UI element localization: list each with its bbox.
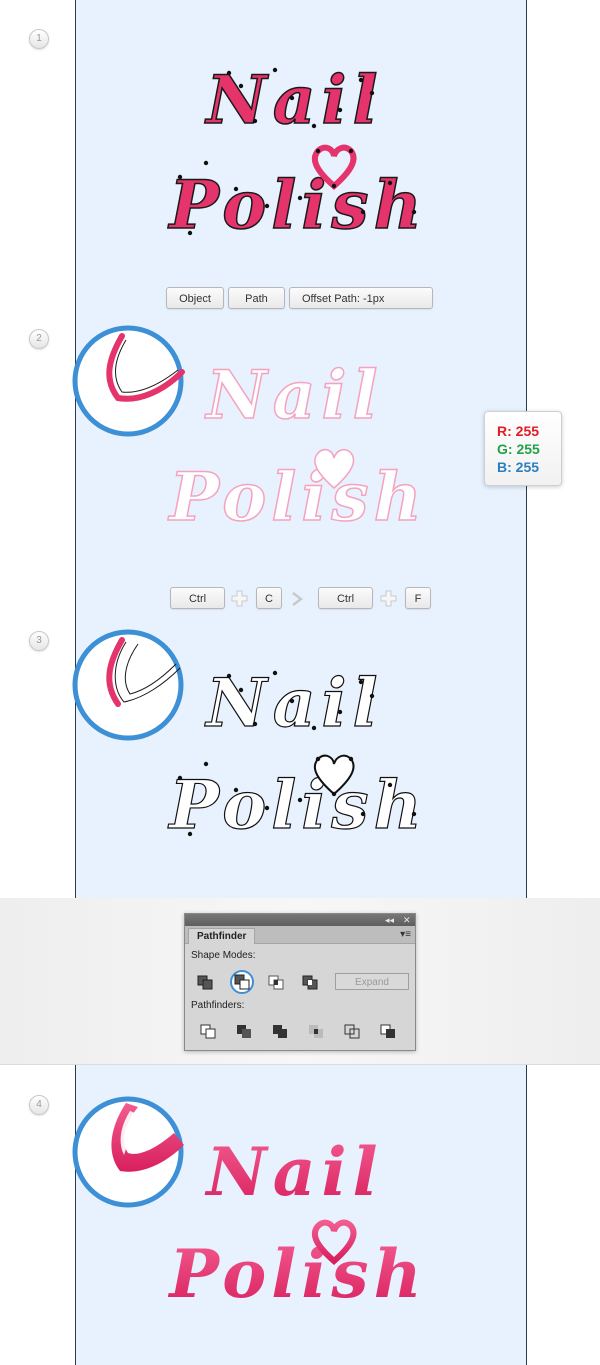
expand-button[interactable]: Expand — [335, 973, 409, 990]
plus-icon — [380, 590, 397, 607]
path-menu-button[interactable]: Path — [228, 287, 285, 309]
divide-icon[interactable] — [199, 1022, 217, 1040]
lettering-line-1: Nail — [204, 356, 383, 434]
color-readout-badge: R: 255 G: 255 B: 255 — [484, 411, 562, 486]
lettering-line-1: Nail — [204, 61, 383, 139]
step-3-panel: 3 Nail Polish — [0, 598, 600, 899]
step-4-panel: 4 Nail Polish — [0, 1065, 600, 1365]
trim-icon[interactable] — [235, 1022, 253, 1040]
lettering-artwork-step-3: Nail Polish — [72, 629, 426, 845]
offset-path-menu-button[interactable]: Offset Path: -1px — [289, 287, 433, 309]
arrow-right-icon — [292, 592, 303, 606]
lettering-artwork-step-4: Nail Polish — [72, 1096, 426, 1313]
tab-pathfinder[interactable]: Pathfinder — [188, 928, 256, 944]
pathfinder-panel: ◂◂ ✕ Pathfinder ▾≡ Shape Modes: Expand P… — [184, 913, 416, 1051]
panel-tab-row: Pathfinder ▾≡ — [185, 926, 415, 944]
intersect-icon[interactable] — [267, 973, 285, 991]
f-key: F — [405, 587, 431, 609]
ctrl-key: Ctrl — [318, 587, 373, 609]
blue-value: B: 255 — [497, 459, 540, 475]
collapse-icon[interactable]: ◂◂ — [385, 914, 394, 926]
lettering-line-1: Nail — [204, 664, 383, 742]
merge-icon[interactable] — [271, 1022, 289, 1040]
magnifier-ring — [72, 325, 184, 437]
crop-icon[interactable] — [307, 1022, 325, 1040]
c-key: C — [256, 587, 282, 609]
close-icon[interactable]: ✕ — [403, 914, 411, 926]
shape-modes-label: Shape Modes: — [191, 950, 256, 961]
ctrl-key: Ctrl — [170, 587, 225, 609]
lettering-line-2: Polish — [167, 166, 426, 244]
red-value: R: 255 — [497, 423, 540, 439]
lettering-line-1: Nail — [204, 1133, 383, 1211]
object-menu-button[interactable]: Object — [166, 287, 224, 309]
unite-icon[interactable] — [196, 973, 214, 991]
lettering-line-2: Polish — [167, 458, 426, 536]
pathfinders-label: Pathfinders: — [191, 1000, 245, 1011]
lettering-line-2: Polish — [167, 766, 426, 844]
plus-icon — [231, 590, 248, 607]
minus-front-icon[interactable] — [229, 969, 255, 995]
lettering-artwork-step-1: Nail Polish — [167, 60, 426, 245]
green-value: G: 255 — [497, 441, 540, 457]
lettering-line-2: Polish — [167, 1235, 426, 1313]
exclude-icon[interactable] — [301, 973, 319, 991]
minus-back-icon[interactable] — [379, 1022, 397, 1040]
magnifier-ring — [72, 629, 184, 741]
outline-icon[interactable] — [343, 1022, 361, 1040]
panel-title-bar[interactable]: ◂◂ ✕ — [185, 914, 415, 926]
step-1-panel: 1 Nail Polish — [0, 0, 600, 299]
panel-menu-icon[interactable]: ▾≡ — [400, 928, 411, 941]
